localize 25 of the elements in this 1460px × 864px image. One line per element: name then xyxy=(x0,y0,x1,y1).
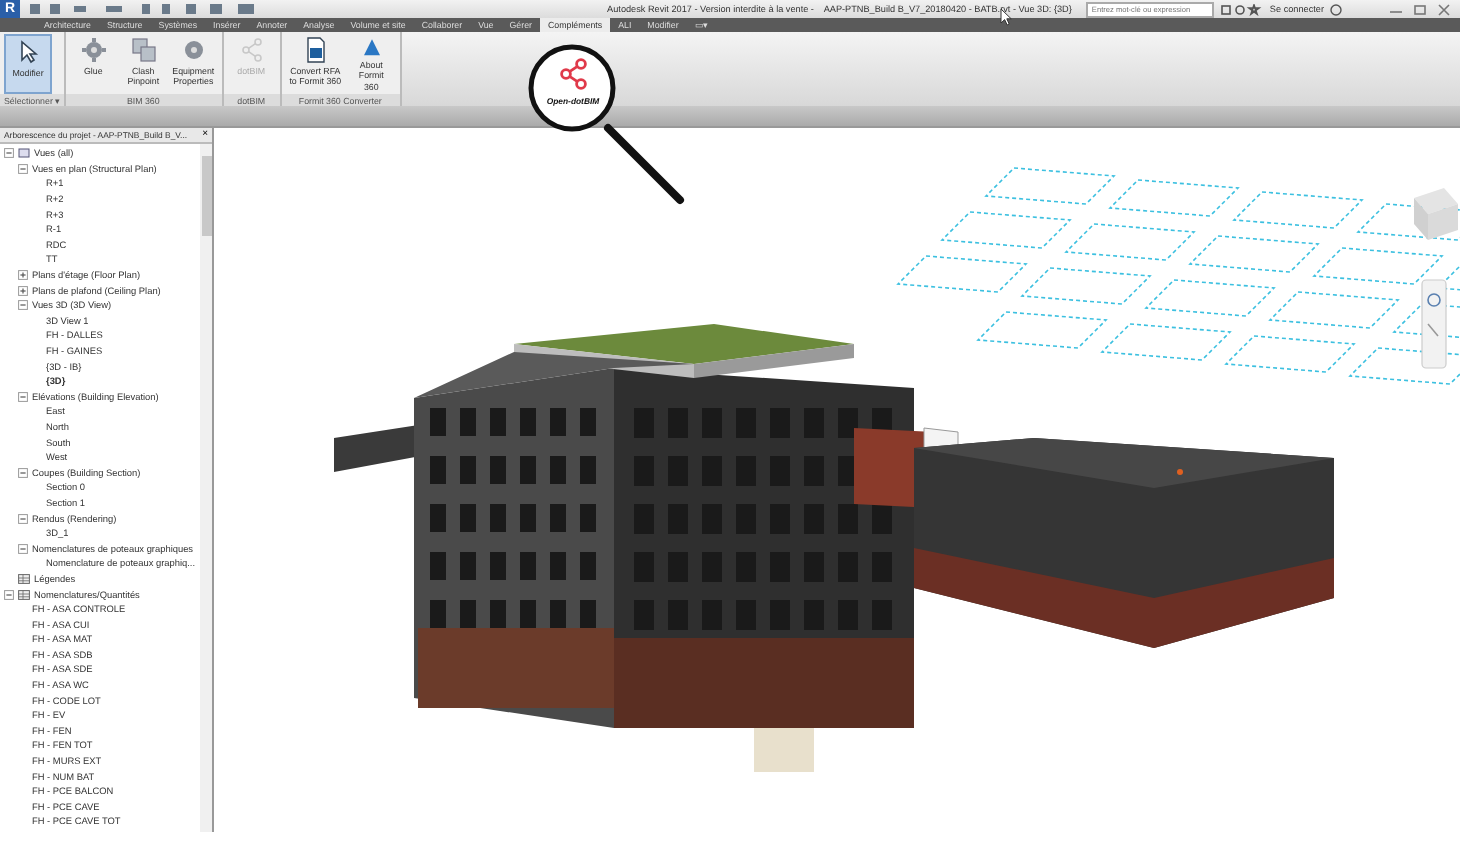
help-icon[interactable] xyxy=(1330,3,1342,15)
navigation-bar-icon[interactable] xyxy=(1421,279,1447,369)
collapse-icon[interactable] xyxy=(18,467,28,478)
share-icon xyxy=(237,36,266,64)
collapse-icon[interactable] xyxy=(18,543,28,554)
maximize-icon[interactable] xyxy=(1412,3,1428,15)
views-icon xyxy=(18,148,30,159)
collapse-icon[interactable] xyxy=(18,300,28,311)
view-cube-icon[interactable] xyxy=(1414,188,1458,240)
collapse-icon[interactable] xyxy=(18,163,28,174)
collapse-icon[interactable] xyxy=(4,148,14,159)
table-icon xyxy=(18,573,30,584)
cursor-icon xyxy=(1000,8,1012,26)
table-icon xyxy=(18,589,30,600)
collapse-icon[interactable] xyxy=(4,589,14,600)
expand-icon[interactable] xyxy=(18,285,28,296)
collapse-icon[interactable] xyxy=(18,513,28,524)
toolbar-icons[interactable] xyxy=(1219,3,1264,15)
close-icon[interactable] xyxy=(1436,3,1452,15)
document-icon xyxy=(301,36,330,64)
scrollbar-thumb[interactable] xyxy=(201,156,211,236)
share-icon xyxy=(560,58,588,90)
overlapping-squares-icon xyxy=(129,36,158,64)
collapse-icon[interactable] xyxy=(18,391,28,402)
expand-icon[interactable] xyxy=(18,270,28,281)
